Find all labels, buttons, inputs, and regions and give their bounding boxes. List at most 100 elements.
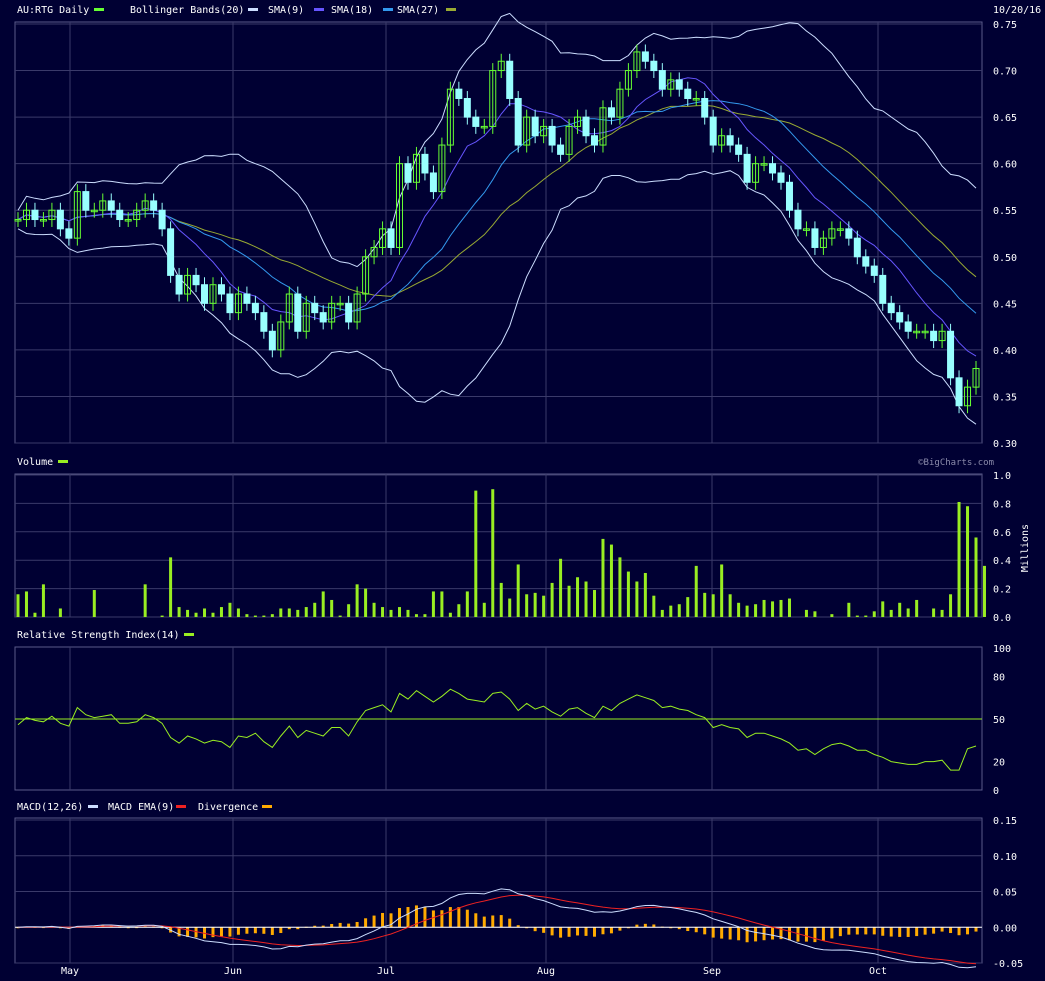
volume-bar <box>347 604 351 617</box>
candle-body <box>862 256 870 267</box>
volume-bar <box>338 615 342 617</box>
candle-body <box>150 200 158 211</box>
volume-bar <box>855 615 859 617</box>
divergence-title: Divergence <box>198 802 258 813</box>
volume-bar <box>864 615 868 617</box>
candle-body <box>955 377 963 407</box>
divergence-bar <box>838 927 842 937</box>
candle-body <box>870 265 878 276</box>
divergence-bar <box>533 927 537 932</box>
sma9-legend-swatch <box>314 8 324 11</box>
candle-body <box>251 302 259 314</box>
divergence-bar <box>821 927 825 941</box>
volume-bar <box>414 614 418 617</box>
divergence-bar <box>423 906 427 928</box>
volume-title: Volume <box>17 457 53 468</box>
divergence-bar <box>601 927 605 935</box>
candle-body <box>531 116 539 137</box>
month-label: Oct <box>869 966 887 977</box>
volume-bar <box>236 608 240 617</box>
volume-bar <box>160 615 164 617</box>
volume-bar <box>745 605 749 617</box>
month-label: Jun <box>224 966 242 977</box>
volume-bar <box>304 607 308 617</box>
volume-bar <box>703 592 707 617</box>
macd-title: MACD(12,26) <box>17 802 83 813</box>
price-tick-label: 0.75 <box>993 20 1017 31</box>
divergence-bar <box>932 927 936 934</box>
divergence-bar <box>499 915 503 928</box>
divergence-bar <box>728 927 732 940</box>
divergence-bar <box>643 923 647 928</box>
candle-body <box>294 293 302 332</box>
volume-bar <box>576 577 580 617</box>
volume-tick-label: 0.6 <box>993 528 1011 539</box>
rsi-tick-label: 20 <box>993 758 1005 769</box>
volume-bar <box>872 611 876 617</box>
volume-bar <box>313 602 317 617</box>
divergence-bar <box>915 927 919 937</box>
volume-bar <box>186 609 190 617</box>
candle-body <box>904 321 912 332</box>
divergence-bar <box>406 907 410 928</box>
divergence-bar <box>550 927 554 936</box>
volume-bar <box>533 592 537 617</box>
volume-bar <box>406 609 410 617</box>
month-axis: May Jun Jul Aug Sep Oct <box>61 966 887 977</box>
volume-bar <box>423 614 427 617</box>
divergence-bar <box>364 918 368 928</box>
divergence-bar <box>245 927 249 934</box>
candle-body <box>506 60 514 99</box>
divergence-bar <box>559 927 563 938</box>
symbol-label: AU:RTG Daily <box>17 5 89 16</box>
rsi-tick-label: 100 <box>993 644 1011 655</box>
volume-bar <box>381 607 385 617</box>
volume-bar <box>762 599 766 617</box>
volume-bar <box>330 599 334 617</box>
volume-bar <box>567 585 571 617</box>
divergence-bar <box>847 927 851 935</box>
divergence-bar <box>694 927 698 933</box>
volume-bar <box>194 612 198 617</box>
divergence-bar <box>592 927 596 937</box>
candle-body <box>658 70 666 90</box>
volume-bar <box>957 501 961 617</box>
candle-body <box>684 88 692 99</box>
price-frame <box>14 21 983 444</box>
volume-bar <box>677 604 681 617</box>
candle-body <box>590 135 598 146</box>
divergence-bar <box>974 927 978 932</box>
volume-bar <box>787 598 791 617</box>
volume-bar <box>516 564 520 617</box>
candle-body <box>217 284 225 295</box>
candle-body <box>56 209 64 230</box>
month-label: Sep <box>703 966 721 977</box>
divergence-bar <box>457 907 461 928</box>
volume-bar <box>660 609 664 617</box>
macd-panel: MACD(12,26) MACD EMA(9) Divergence 0.15 0… <box>14 802 1023 970</box>
chart-date: 10/20/16 <box>993 5 1041 16</box>
candle-body <box>845 228 853 239</box>
price-tick-label: 0.65 <box>993 113 1017 124</box>
candle-body <box>268 330 276 351</box>
volume-tick-label: 0.8 <box>993 499 1011 510</box>
divergence-bar <box>431 910 435 928</box>
volume-bar <box>966 506 970 617</box>
rsi-tick-label: 80 <box>993 672 1005 683</box>
candle-body <box>175 274 183 295</box>
candle-body <box>319 312 327 323</box>
candle-body <box>709 116 717 146</box>
month-label: Aug <box>537 966 555 977</box>
volume-bar <box>177 607 181 617</box>
volume-bar <box>779 599 783 617</box>
divergence-bar <box>830 927 834 939</box>
volume-bar <box>652 595 656 617</box>
candle-body <box>853 237 861 258</box>
volume-bar <box>440 591 444 617</box>
sma27-legend-label: SMA(27) <box>397 5 439 16</box>
candle-body <box>743 153 751 183</box>
price-tick-label: 0.30 <box>993 439 1017 450</box>
volume-bar <box>24 591 28 617</box>
divergence-bar <box>236 927 240 935</box>
divergence-bar <box>347 923 351 928</box>
